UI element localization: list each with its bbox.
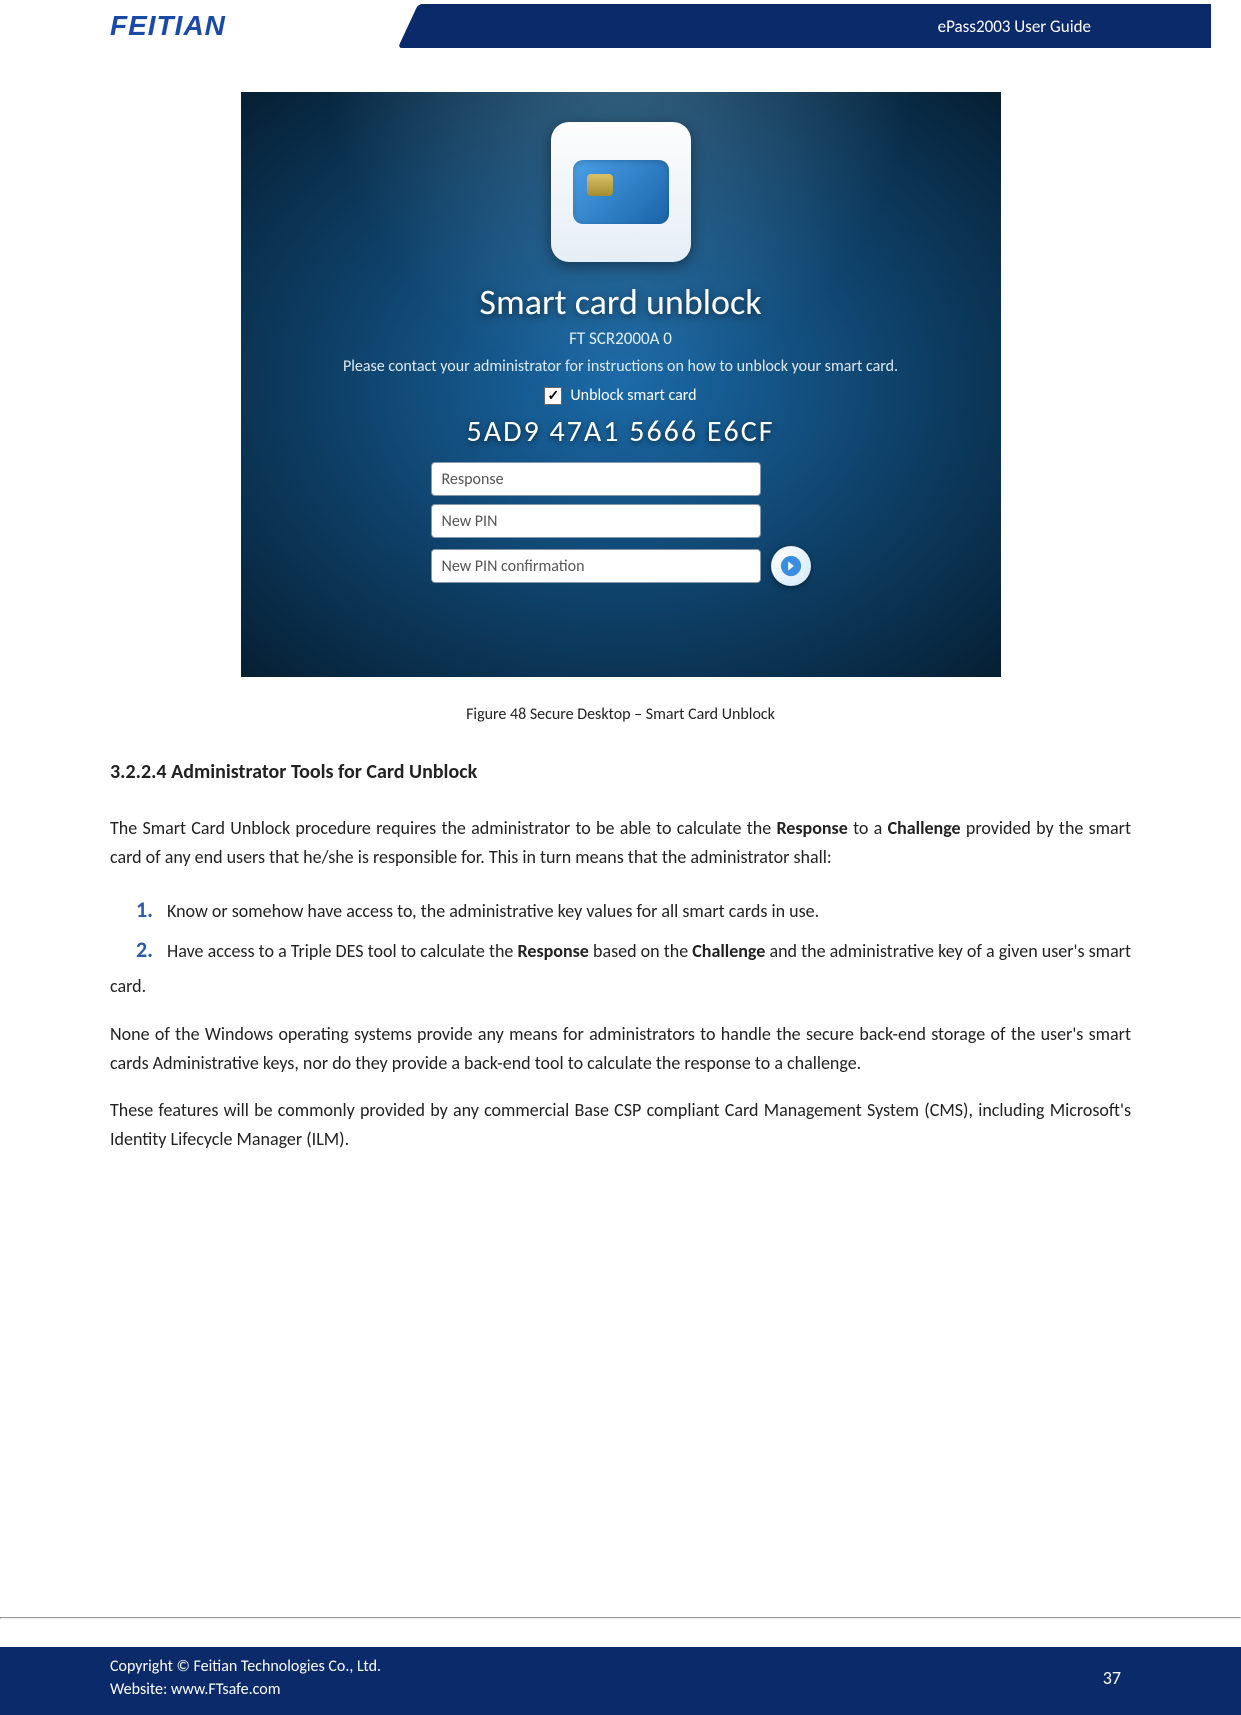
- new-pin-placeholder: New PIN: [442, 512, 498, 531]
- response-input[interactable]: Response: [431, 462, 761, 496]
- figure-caption: Figure 48 Secure Desktop – Smart Card Un…: [466, 705, 775, 724]
- challenge-code: 5AD9 47A1 5666 E6CF: [467, 413, 775, 450]
- screenshot-smartcard-unblock: Smart card unblock FT SCR2000A 0 Please …: [241, 92, 1001, 677]
- page-header: FEITIAN ePass2003 User Guide: [0, 0, 1241, 52]
- response-placeholder: Response: [442, 470, 504, 489]
- page-footer: Copyright © Feitian Technologies Co., Lt…: [0, 1589, 1241, 1715]
- section-heading: 3.2.2.4 Administrator Tools for Card Unb…: [110, 760, 1131, 784]
- ordered-list: 1.Know or somehow have access to, the ad…: [110, 890, 1131, 1002]
- dialog-title: Smart card unblock: [479, 280, 761, 324]
- footer-copyright: Copyright © Feitian Technologies Co., Lt…: [110, 1655, 381, 1678]
- dialog-subtitle: FT SCR2000A 0: [569, 328, 672, 349]
- unblock-checkbox[interactable]: ✓: [544, 387, 562, 405]
- new-pin-confirm-placeholder: New PIN confirmation: [442, 557, 585, 576]
- arrow-right-icon: [780, 555, 802, 577]
- list-item-1: 1.Know or somehow have access to, the ad…: [110, 890, 1131, 930]
- paragraph-3: These features will be commonly provided…: [110, 1096, 1131, 1154]
- page-number: 37: [1103, 1667, 1121, 1689]
- brand-logo: FEITIAN: [110, 10, 226, 42]
- new-pin-confirm-input[interactable]: New PIN confirmation: [431, 549, 761, 583]
- list-item-2: 2.Have access to a Triple DES tool to ca…: [110, 930, 1131, 1002]
- footer-website: Website: www.FTsafe.com: [110, 1678, 381, 1701]
- figure-48: Smart card unblock FT SCR2000A 0 Please …: [110, 92, 1131, 760]
- paragraph-1: The Smart Card Unblock procedure require…: [110, 814, 1131, 872]
- smartcard-icon: [551, 122, 691, 262]
- doc-title-bar: ePass2003 User Guide: [430, 4, 1211, 48]
- dialog-hint: Please contact your administrator for in…: [313, 357, 928, 376]
- paragraph-2: None of the Windows operating systems pr…: [110, 1020, 1131, 1078]
- submit-arrow-button[interactable]: [771, 546, 811, 586]
- unblock-checkbox-label: Unblock smart card: [570, 386, 696, 405]
- doc-title: ePass2003 User Guide: [938, 16, 1091, 37]
- new-pin-input[interactable]: New PIN: [431, 504, 761, 538]
